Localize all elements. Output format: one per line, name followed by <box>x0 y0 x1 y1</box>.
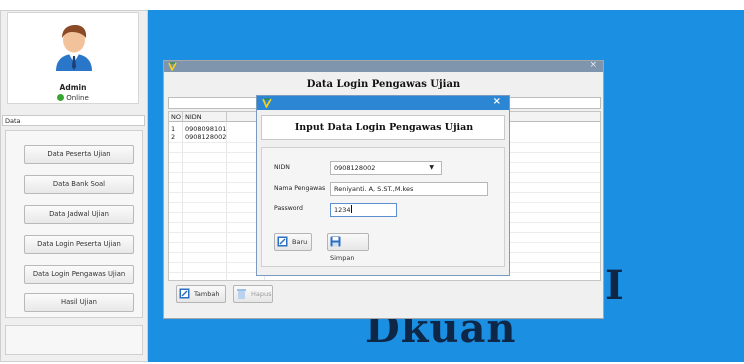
chevron-down-icon: ▼ <box>429 164 434 171</box>
menu-button-data-jadwal-ujian[interactable]: Data Jadwal Ujian <box>24 205 134 224</box>
save-icon <box>330 236 341 247</box>
window-close-button[interactable]: × <box>589 60 597 70</box>
hapus-button[interactable]: Hapus <box>233 285 273 303</box>
simpan-button[interactable]: Simpan <box>327 233 369 262</box>
password-label: Password <box>274 205 303 212</box>
admin-username: Admin <box>59 83 87 92</box>
table-cell-nidn[interactable]: 0908098101 <box>183 125 226 133</box>
dialog-form: NIDN 0908128002 ▼ Nama Pengawas Reniyant… <box>261 147 505 267</box>
background-text-fragment: I <box>605 262 624 309</box>
nama-pengawas-label: Nama Pengawas <box>274 185 326 192</box>
column-header-no[interactable]: NO <box>169 112 183 122</box>
online-status: Online <box>7 94 139 102</box>
menu-button-data-bank-soal[interactable]: Data Bank Soal <box>24 175 134 194</box>
tambah-button[interactable]: Tambah <box>176 285 226 303</box>
app-logo-icon <box>262 98 272 108</box>
nidn-value: 0908128002 <box>334 164 376 172</box>
nama-pengawas-field[interactable]: Reniyanti. A, S.ST.,M.kes <box>330 182 488 196</box>
trash-icon <box>237 289 246 299</box>
simpan-button-label: Simpan <box>330 254 355 262</box>
baru-button-label: Baru <box>292 238 308 246</box>
nidn-dropdown[interactable]: 0908128002 ▼ <box>330 161 442 175</box>
online-status-label: Online <box>66 94 89 102</box>
admin-avatar-icon <box>56 25 92 71</box>
sidebar-footer-panel <box>5 325 143 355</box>
dialog-title: Input Data Login Pengawas Ujian <box>294 122 474 133</box>
menu-button-hasil-ujian[interactable]: Hasil Ujian <box>24 293 134 312</box>
tambah-button-label: Tambah <box>194 290 220 298</box>
table-cell-no: 1 <box>171 125 176 133</box>
edit-icon <box>277 236 288 247</box>
baru-button[interactable]: Baru <box>274 233 312 251</box>
online-status-icon <box>57 94 65 101</box>
edit-icon <box>179 288 190 299</box>
column-header-nidn[interactable]: NIDN <box>183 112 227 122</box>
table-cell-no: 2 <box>171 133 176 141</box>
table-cell-nidn[interactable]: 0908128002 <box>183 133 226 141</box>
menu-button-data-peserta-ujian[interactable]: Data Peserta Ujian <box>24 145 134 164</box>
window-title: Data Login Pengawas Ujian <box>306 79 461 90</box>
window-titlebar: × <box>164 60 603 72</box>
dialog-heading-box: Input Data Login Pengawas Ujian <box>261 115 505 140</box>
text-cursor <box>350 205 352 213</box>
input-dialog: × Input Data Login Pengawas Ujian NIDN 0… <box>256 95 510 276</box>
dialog-titlebar: × <box>257 96 509 110</box>
menu-button-data-login-pengawas-ujian[interactable]: Data Login Pengawas Ujian <box>24 265 134 284</box>
menu-button-data-login-peserta-ujian[interactable]: Data Login Peserta Ujian <box>24 235 134 254</box>
data-section-label: Data <box>2 115 145 126</box>
menu-panel: Data Peserta Ujian Data Bank Soal Data J… <box>5 130 143 318</box>
hapus-button-label: Hapus <box>251 290 272 298</box>
password-field[interactable]: 1234 <box>330 203 397 217</box>
nidn-label: NIDN <box>274 164 290 171</box>
app-logo-icon <box>168 62 177 71</box>
dialog-close-button[interactable]: × <box>493 96 501 107</box>
password-value: 1234 <box>334 206 351 214</box>
